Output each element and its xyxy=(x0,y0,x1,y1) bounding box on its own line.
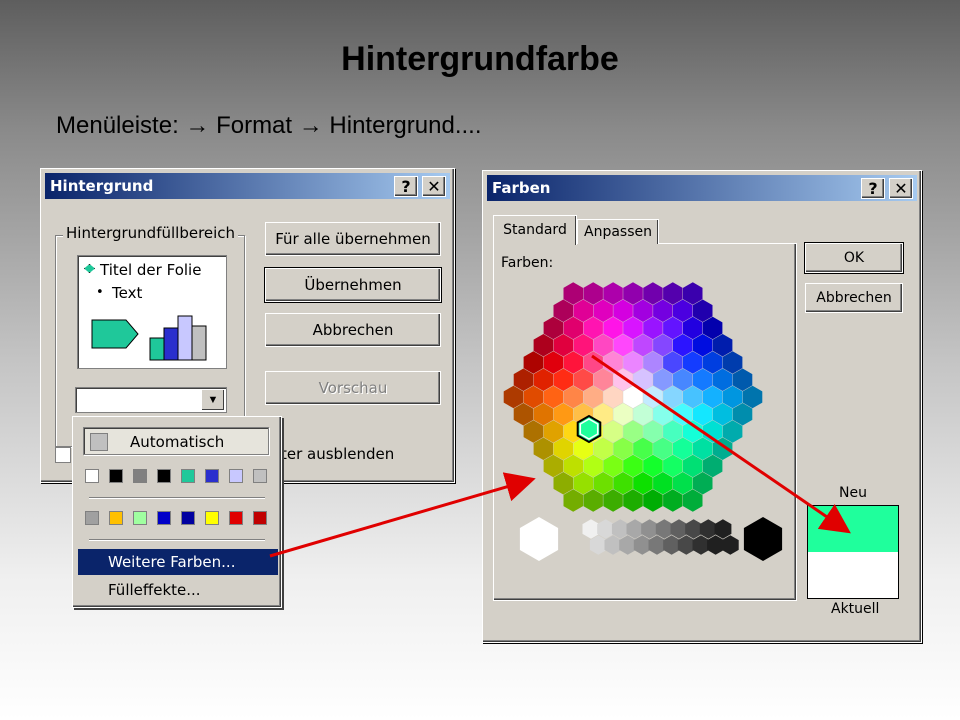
color-swatch[interactable] xyxy=(253,469,267,483)
preview-bar xyxy=(149,337,165,361)
automatic-label: Automatisch xyxy=(130,433,225,451)
color-menu: Automatisch Weitere Farben... Fülleffekt… xyxy=(72,416,282,608)
gray-hexagon[interactable] xyxy=(677,535,695,555)
apply-all-label: Für alle übernehmen xyxy=(275,230,431,248)
menu-separator xyxy=(89,539,265,541)
color-swatch[interactable] xyxy=(229,511,243,525)
hintergrund-title: Hintergrund xyxy=(50,177,154,195)
preview-graphics xyxy=(91,315,207,361)
gray-hexagon[interactable] xyxy=(582,519,600,539)
farben-titlebar: Farben ? ✕ xyxy=(487,175,917,201)
preview-button[interactable]: Vorschau xyxy=(265,371,441,405)
preview-bar xyxy=(177,315,193,361)
color-swatch[interactable] xyxy=(133,511,147,525)
new-label: Neu xyxy=(839,485,867,501)
color-swatch[interactable] xyxy=(181,469,195,483)
gray-hexagon[interactable] xyxy=(670,519,688,539)
slide-subtitle: Menüleiste: → Format → Hintergrund.... xyxy=(56,112,482,139)
gray-hexagon[interactable] xyxy=(699,519,717,539)
farben-dialog: Farben ? ✕ Standard Anpassen Farben: OK … xyxy=(482,170,922,643)
color-swatch[interactable] xyxy=(229,469,243,483)
color-swatch[interactable] xyxy=(85,469,99,483)
help-icon: ? xyxy=(401,177,411,196)
help-button[interactable]: ? xyxy=(394,176,418,197)
more-colors-label: Weitere Farben... xyxy=(108,553,236,571)
color-dropdown[interactable]: ▼ xyxy=(75,387,227,413)
menu-separator xyxy=(89,497,265,499)
color-swatch[interactable] xyxy=(133,469,147,483)
hide-graphics-label: ter ausblenden xyxy=(281,445,395,463)
preview-label: Vorschau xyxy=(318,379,388,397)
close-button[interactable]: ✕ xyxy=(889,178,913,199)
apply-button[interactable]: Übernehmen xyxy=(264,267,442,303)
dropdown-arrow-button[interactable]: ▼ xyxy=(201,389,225,411)
gray-hexagon[interactable] xyxy=(611,519,629,539)
hide-graphics-checkbox[interactable] xyxy=(55,447,71,463)
gray-hexagon[interactable] xyxy=(743,517,783,561)
slide-preview: Titel der Folie • Text xyxy=(77,255,227,369)
tab-standard[interactable]: Standard xyxy=(493,215,577,245)
preview-bar xyxy=(191,325,207,361)
current-label: Aktuell xyxy=(831,601,880,617)
tab-anpassen[interactable]: Anpassen xyxy=(577,219,659,244)
gray-hexagon[interactable] xyxy=(655,519,673,539)
color-swatch[interactable] xyxy=(85,511,99,525)
gray-hexagon[interactable] xyxy=(721,535,739,555)
chevron-down-icon: ▼ xyxy=(207,394,219,406)
ok-label: OK xyxy=(843,250,865,266)
color-swatch[interactable] xyxy=(205,469,219,483)
preview-arrow-shape xyxy=(91,319,139,349)
gray-hexagon[interactable] xyxy=(663,535,681,555)
gray-hexagon[interactable] xyxy=(641,519,659,539)
close-button[interactable]: ✕ xyxy=(422,176,446,197)
hintergrund-titlebar: Hintergrund ? ✕ xyxy=(45,173,450,199)
close-icon: ✕ xyxy=(894,179,908,198)
current-color-swatch xyxy=(808,552,898,598)
color-swatch[interactable] xyxy=(157,511,171,525)
new-color-swatch xyxy=(808,506,898,552)
gray-hexagon[interactable] xyxy=(648,535,666,555)
gray-hexagon[interactable] xyxy=(519,517,559,561)
tab-anpassen-label: Anpassen xyxy=(584,224,652,240)
color-hexagon-palette[interactable] xyxy=(495,269,795,609)
fill-effects-item[interactable]: Fülleffekte... xyxy=(78,577,278,603)
selected-color-marker[interactable] xyxy=(576,414,602,444)
farben-title: Farben xyxy=(492,179,551,197)
color-swatch[interactable] xyxy=(109,511,123,525)
cancel-label: Abbrechen xyxy=(816,290,892,306)
preview-bar xyxy=(163,327,179,361)
cancel-button[interactable]: Abbrechen xyxy=(265,313,441,347)
color-swatch[interactable] xyxy=(109,469,123,483)
help-button[interactable]: ? xyxy=(861,178,885,199)
more-colors-item[interactable]: Weitere Farben... xyxy=(78,549,278,575)
cancel-label: Abbrechen xyxy=(312,321,394,339)
automatic-swatch xyxy=(90,433,108,451)
color-swatch[interactable] xyxy=(181,511,195,525)
color-swatch[interactable] xyxy=(253,511,267,525)
gray-hexagon[interactable] xyxy=(589,535,607,555)
ok-button[interactable]: OK xyxy=(804,242,904,274)
gray-hexagon[interactable] xyxy=(604,535,622,555)
help-icon: ? xyxy=(868,179,878,198)
gray-hexagon[interactable] xyxy=(714,519,732,539)
color-swatch[interactable] xyxy=(157,469,171,483)
slide-title: Hintergrundfarbe xyxy=(341,40,619,78)
gray-hexagon[interactable] xyxy=(692,535,710,555)
gray-hexagon[interactable] xyxy=(707,535,725,555)
gray-hexagon[interactable] xyxy=(619,535,637,555)
gray-hexagon[interactable] xyxy=(626,519,644,539)
cancel-button[interactable]: Abbrechen xyxy=(805,283,903,313)
color-compare xyxy=(807,505,899,599)
group-label: Hintergrundfüllbereich xyxy=(63,224,239,242)
apply-all-button[interactable]: Für alle übernehmen xyxy=(265,222,441,256)
gray-hexagon[interactable] xyxy=(633,535,651,555)
close-icon: ✕ xyxy=(427,177,441,196)
gray-hexagon[interactable] xyxy=(597,519,615,539)
automatic-option[interactable]: Automatisch xyxy=(83,427,269,455)
color-swatch[interactable] xyxy=(205,511,219,525)
apply-label: Übernehmen xyxy=(304,276,402,294)
gray-hexagon[interactable] xyxy=(685,519,703,539)
tab-standard-label: Standard xyxy=(503,222,567,238)
fill-effects-label: Fülleffekte... xyxy=(108,581,201,599)
